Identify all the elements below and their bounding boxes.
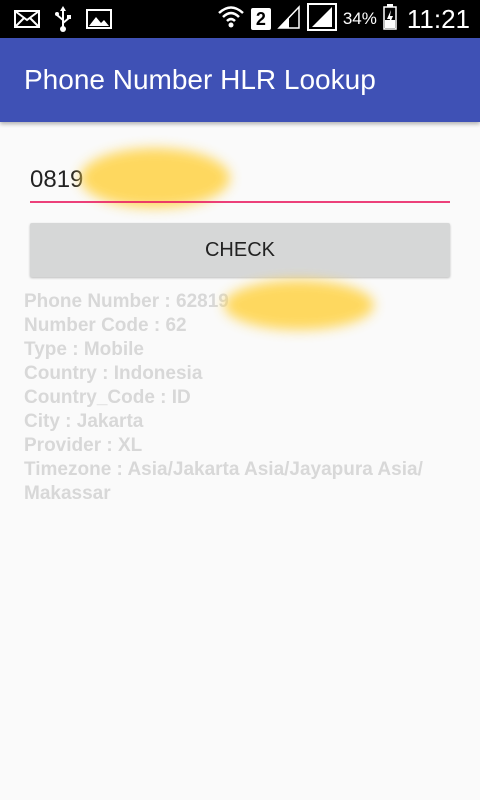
result-country: Country : Indonesia [24, 363, 203, 384]
image-icon [86, 9, 112, 29]
page-title: Phone Number HLR Lookup [24, 64, 376, 95]
notification-icons [14, 6, 126, 32]
redaction-overlay [80, 148, 230, 208]
result-provider: Provider : XL [24, 435, 143, 456]
check-button[interactable]: CHECK [30, 223, 450, 277]
wifi-icon [217, 4, 245, 35]
sim-icon: 2 [250, 8, 271, 30]
system-status: 2 34% 11:21 [211, 2, 470, 36]
input-underline [30, 201, 450, 203]
battery-percent: 34% [342, 9, 377, 28]
status-bar: 2 34% 11:21 [0, 0, 480, 38]
clock: 11:21 [406, 3, 470, 34]
app-bar: Phone Number HLR Lookup [0, 38, 480, 122]
lookup-result: Phone Number : 62819 Number Code : 62 Ty… [24, 280, 464, 506]
signal-icon [277, 4, 301, 34]
redaction-overlay [224, 280, 374, 330]
battery-icon [383, 3, 397, 35]
mail-icon [14, 9, 40, 29]
signal-icon [306, 2, 337, 36]
result-country-code: Country_Code : ID [24, 387, 191, 408]
phone-input-container [30, 148, 450, 208]
result-timezone: Timezone : Asia/Jakarta Asia/Jayapura As… [24, 459, 423, 504]
result-type: Type : Mobile [24, 339, 144, 360]
usb-icon [54, 6, 72, 32]
result-city: City : Jakarta [24, 411, 144, 432]
